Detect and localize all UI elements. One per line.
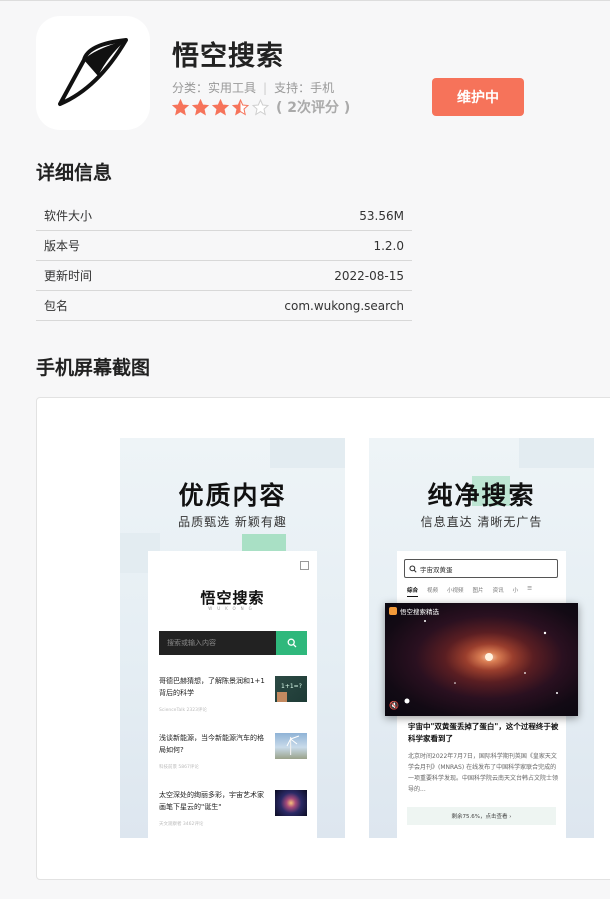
detail-row-size: 软件大小 53.56M xyxy=(36,201,412,231)
expand-icon xyxy=(300,561,309,570)
support-value: 手机 xyxy=(310,81,335,95)
mock-article-title: 宇宙中"双黄蛋丢掉了蛋白"，这个过程终于被科学家看到了 xyxy=(408,722,559,743)
rating-count: ( 2次评分 ) xyxy=(276,100,351,116)
decor-block xyxy=(270,438,345,468)
screenshots-gallery[interactable]: 优质内容 品质甄选 新颖有趣 悟空搜索 WUKONG 搜索或输入内容 哥德巴赫猜… xyxy=(36,397,610,880)
detail-label: 包名 xyxy=(44,299,69,313)
mock-video: 悟空搜索精选 🔇 xyxy=(385,603,578,716)
screenshot-2[interactable]: 纯净搜索 信息直达 清晰无广告 宇宙双黄蛋 综合 视频 小视频 图片 资讯 小 … xyxy=(369,438,594,838)
mock-tab: 小 xyxy=(512,588,519,594)
details-title: 详细信息 xyxy=(36,162,113,184)
mock-search-query: 宇宙双黄蛋 xyxy=(420,565,453,574)
star-half-icon xyxy=(232,98,249,116)
news-thumbnail xyxy=(275,790,307,816)
screenshot-headline: 纯净搜索 xyxy=(427,481,536,510)
support-label: 支持： xyxy=(274,81,311,95)
news-title: 浅谈新能源，当今新能源汽车的格局如何? xyxy=(159,734,264,754)
screenshot-subline: 品质甄选 新颖有趣 xyxy=(178,515,287,529)
star-full-icon xyxy=(172,98,189,116)
mock-read-more: 剩余75.6%，点击查看 › xyxy=(407,807,556,825)
mock-tabs: 综合 视频 小视频 图片 资讯 小 ☰ xyxy=(407,586,563,597)
app-title: 悟空搜索 xyxy=(172,41,284,72)
mock-search-input: 搜索或输入内容 xyxy=(159,631,276,655)
nebula-image xyxy=(404,620,558,704)
news-meta: 天文观察者 3462评论 xyxy=(159,822,204,827)
phone-mockup: 宇宙双黄蛋 综合 视频 小视频 图片 资讯 小 ☰ 悟空搜索精选 🔇 宇宙中"双… xyxy=(385,551,578,838)
star-full-icon xyxy=(212,98,229,116)
detail-row-version: 版本号 1.2.0 xyxy=(36,231,412,261)
app-meta: 分类： 实用工具 | 支持： 手机 xyxy=(172,79,334,96)
mock-article-body: 北京时间2022年7月7日，国际科学期刊英国《皇家天文学会月刊》(MNRAS) … xyxy=(408,753,559,793)
news-meta: ScienceTalk 2323评论 xyxy=(159,708,207,713)
news-thumbnail xyxy=(275,733,307,759)
mock-tab: 资讯 xyxy=(492,588,504,594)
details-table: 软件大小 53.56M 版本号 1.2.0 更新时间 2022-08-15 包名… xyxy=(36,201,412,321)
decor-block xyxy=(519,438,594,468)
mock-logo: 悟空搜索 xyxy=(200,589,265,607)
detail-value: com.wukong.search xyxy=(284,298,404,313)
detail-label: 更新时间 xyxy=(44,269,93,283)
rating: ( 2次评分 ) xyxy=(172,97,350,117)
meta-separator: | xyxy=(263,80,268,95)
detail-label: 软件大小 xyxy=(44,209,93,223)
news-item: 太空深处的绚丽多彩，宇宙艺术家画笔下星云的"诞生" 天文观察者 3462评论 xyxy=(159,789,307,829)
mock-tab: 小视频 xyxy=(447,588,464,594)
star-rating xyxy=(172,98,272,116)
mock-tab: 视频 xyxy=(427,588,439,594)
search-icon xyxy=(276,631,307,655)
detail-value: 2022-08-15 xyxy=(334,268,404,283)
star-empty-icon xyxy=(252,98,269,116)
svg-text:1+1=?: 1+1=? xyxy=(281,683,302,690)
maintenance-button[interactable]: 维护中 xyxy=(432,78,524,116)
mock-search-bar: 搜索或输入内容 xyxy=(159,631,307,655)
news-title: 太空深处的绚丽多彩，宇宙艺术家画笔下星云的"诞生" xyxy=(159,791,264,811)
detail-value: 53.56M xyxy=(359,208,404,223)
compass-logo-icon xyxy=(58,38,128,106)
category-label: 分类： xyxy=(172,81,209,95)
mock-tab: 图片 xyxy=(472,588,484,594)
category-value[interactable]: 实用工具 xyxy=(208,79,256,96)
mute-icon: 🔇 xyxy=(389,701,399,710)
detail-row-updated: 更新时间 2022-08-15 xyxy=(36,261,412,291)
screenshot-1[interactable]: 优质内容 品质甄选 新颖有趣 悟空搜索 WUKONG 搜索或输入内容 哥德巴赫猜… xyxy=(120,438,345,838)
news-thumbnail: 1+1=? xyxy=(275,676,307,702)
news-title: 哥德巴赫猜想，了解陈景润和1+1背后的科学 xyxy=(159,677,265,697)
video-label: 悟空搜索精选 xyxy=(389,606,439,616)
news-meta: 科技前景 5867评论 xyxy=(159,765,199,770)
mock-logo-sub: WUKONG xyxy=(208,606,257,611)
brand-dot-icon xyxy=(389,607,397,615)
detail-value: 1.2.0 xyxy=(373,238,404,253)
phone-mockup: 悟空搜索 WUKONG 搜索或输入内容 哥德巴赫猜想，了解陈景润和1+1背后的科… xyxy=(148,551,317,838)
mock-tab: 综合 xyxy=(407,586,419,597)
filter-icon: ☰ xyxy=(527,586,533,592)
app-icon xyxy=(36,16,150,130)
news-item: 哥德巴赫猜想，了解陈景润和1+1背后的科学 ScienceTalk 2323评论… xyxy=(159,675,307,715)
detail-row-package: 包名 com.wukong.search xyxy=(36,291,412,321)
screenshots-title: 手机屏幕截图 xyxy=(36,357,151,379)
top-divider xyxy=(0,0,610,4)
detail-label: 版本号 xyxy=(44,239,81,253)
mock-search-field: 宇宙双黄蛋 xyxy=(404,559,558,578)
news-item: 浅谈新能源，当今新能源汽车的格局如何? 科技前景 5867评论 xyxy=(159,732,307,772)
screenshot-headline: 优质内容 xyxy=(178,481,287,510)
search-icon xyxy=(409,564,417,573)
screenshot-subline: 信息直达 清晰无广告 xyxy=(420,515,543,529)
star-full-icon xyxy=(192,98,209,116)
